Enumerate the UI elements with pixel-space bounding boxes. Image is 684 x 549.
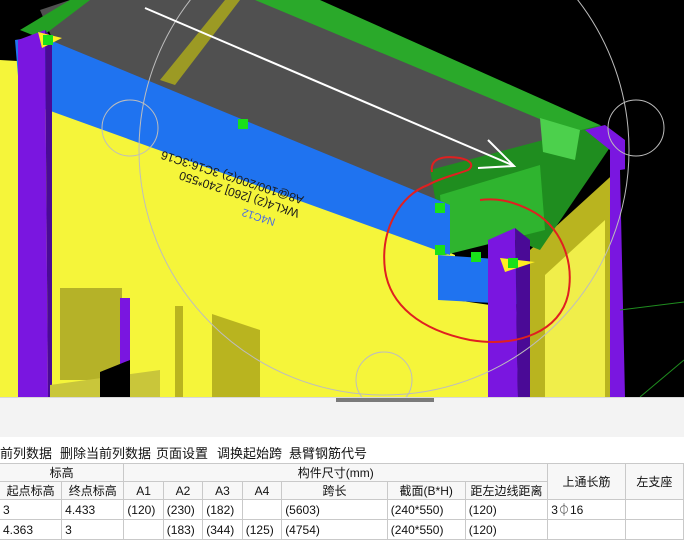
cell[interactable]: 3 xyxy=(0,499,63,520)
shadow xyxy=(620,160,684,397)
cell[interactable] xyxy=(624,499,684,520)
cell[interactable]: (120) xyxy=(464,499,549,520)
grip-point[interactable] xyxy=(435,203,445,213)
grip-point[interactable] xyxy=(508,258,518,268)
cell[interactable] xyxy=(241,499,283,520)
cell[interactable]: (120) xyxy=(464,519,549,540)
header-top-long-rebar: 上通长筋 xyxy=(547,463,626,500)
column-left xyxy=(18,30,48,397)
table-row: 3 4.433 (120) (230) (182) (5603) (240*55… xyxy=(0,499,684,520)
toolbar-item-delete-column[interactable]: 删除当前列数据 xyxy=(60,443,151,462)
model-canvas[interactable]: WKL4(2) [260] 240*550 A8@100/200(2) 3C16… xyxy=(0,0,684,397)
col-span-length: 跨长 xyxy=(281,481,388,500)
grip-point[interactable] xyxy=(43,35,53,45)
3d-viewport[interactable]: WKL4(2) [260] 240*550 A8@100/200(2) 3C16… xyxy=(0,0,684,397)
grip-point[interactable] xyxy=(238,119,248,129)
header-dimensions: 构件尺寸(mm) xyxy=(123,463,549,482)
toolbar-item-page-setup[interactable]: 页面设置 xyxy=(156,443,208,462)
cell[interactable]: (344) xyxy=(202,519,243,540)
cell[interactable]: (240*550) xyxy=(386,499,466,520)
cell[interactable] xyxy=(624,519,684,540)
cell[interactable]: (125) xyxy=(241,519,283,540)
cell[interactable]: (183) xyxy=(162,519,204,540)
cell[interactable]: 4.433 xyxy=(61,499,125,520)
col-a3: A3 xyxy=(202,481,243,500)
col-section: 截面(B*H) xyxy=(386,481,466,500)
table-row: 4.363 3 (183) (344) (125) (4754) (240*55… xyxy=(0,519,684,540)
toolbar-item-swap-start-span[interactable]: 调换起始跨 xyxy=(217,443,282,462)
cell[interactable]: 3 xyxy=(61,519,125,540)
cell[interactable]: (4754) xyxy=(281,519,388,540)
cell[interactable]: (120) xyxy=(123,499,164,520)
grip-point[interactable] xyxy=(435,245,445,255)
header-elevation: 标高 xyxy=(0,463,125,482)
cell[interactable]: (230) xyxy=(162,499,204,520)
col-a1: A1 xyxy=(123,481,164,500)
snap-circle[interactable] xyxy=(607,99,665,157)
cell[interactable] xyxy=(123,519,164,540)
col-a4: A4 xyxy=(241,481,283,500)
col-left-offset: 距左边线距离 xyxy=(464,481,549,500)
span-table: 标高 构件尺寸(mm) 上通长筋 左支座 起点标高 终点标高 A1 A2 A3 … xyxy=(0,463,684,549)
grid-toolbar: 前列数据 删除当前列数据 页面设置 调换起始跨 悬臂钢筋代号 xyxy=(0,437,684,463)
cell[interactable] xyxy=(547,519,626,540)
col-a2: A2 xyxy=(162,481,204,500)
cell[interactable]: (182) xyxy=(202,499,243,520)
cell[interactable]: 4.363 xyxy=(0,519,63,540)
cell[interactable]: 3⏀16 xyxy=(547,499,626,520)
window-opening xyxy=(60,288,122,380)
col-start-elevation: 起点标高 xyxy=(0,481,63,500)
panel-splitter[interactable] xyxy=(0,397,684,438)
column-right xyxy=(488,228,518,397)
header-left-support: 左支座 xyxy=(624,463,684,500)
toolbar-item-copy-column[interactable]: 前列数据 xyxy=(0,443,52,462)
toolbar-item-cantilever-code[interactable]: 悬臂钢筋代号 xyxy=(289,443,367,462)
cell[interactable]: (240*550) xyxy=(386,519,466,540)
span-data-table: 标高 构件尺寸(mm) 上通长筋 左支座 起点标高 终点标高 A1 A2 A3 … xyxy=(0,463,684,540)
cell[interactable]: (5603) xyxy=(281,499,388,520)
splitter-handle[interactable] xyxy=(336,398,434,402)
post-1 xyxy=(175,306,183,397)
col-end-elevation: 终点标高 xyxy=(61,481,125,500)
grip-point[interactable] xyxy=(471,252,481,262)
